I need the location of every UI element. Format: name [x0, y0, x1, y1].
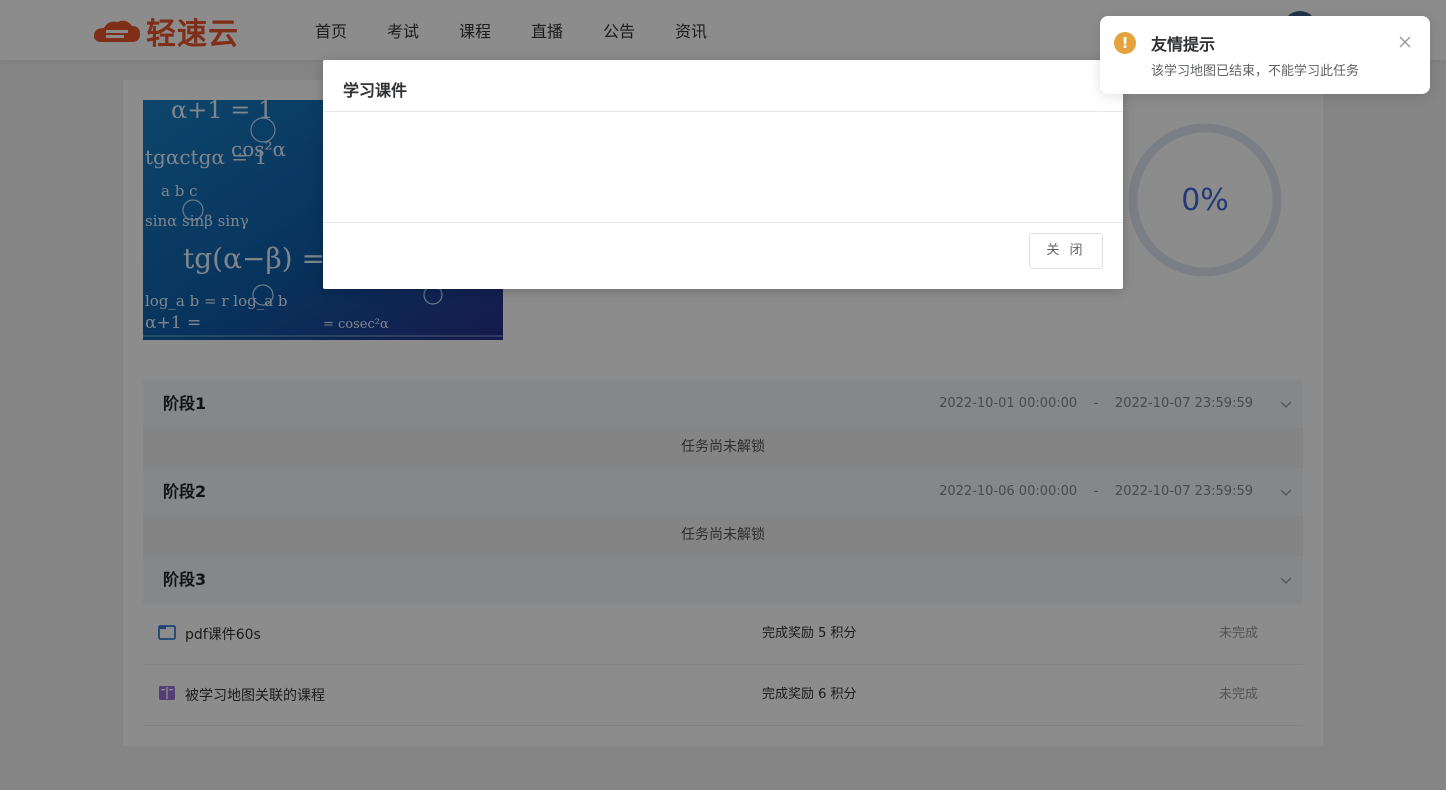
warning-icon: !: [1114, 32, 1136, 54]
courseware-dialog: 学习课件 关 闭: [323, 60, 1123, 289]
notification-message: 该学习地图已结束，不能学习此任务: [1151, 64, 1360, 79]
dialog-title: 学习课件: [343, 81, 408, 100]
dialog-divider: [323, 111, 1123, 112]
dialog-divider: [323, 222, 1123, 223]
warning-notification: ! 友情提示 该学习地图已结束，不能学习此任务: [1100, 16, 1430, 94]
close-button[interactable]: 关 闭: [1029, 233, 1103, 269]
notification-title: 友情提示: [1151, 35, 1216, 54]
close-icon[interactable]: [1398, 35, 1412, 49]
